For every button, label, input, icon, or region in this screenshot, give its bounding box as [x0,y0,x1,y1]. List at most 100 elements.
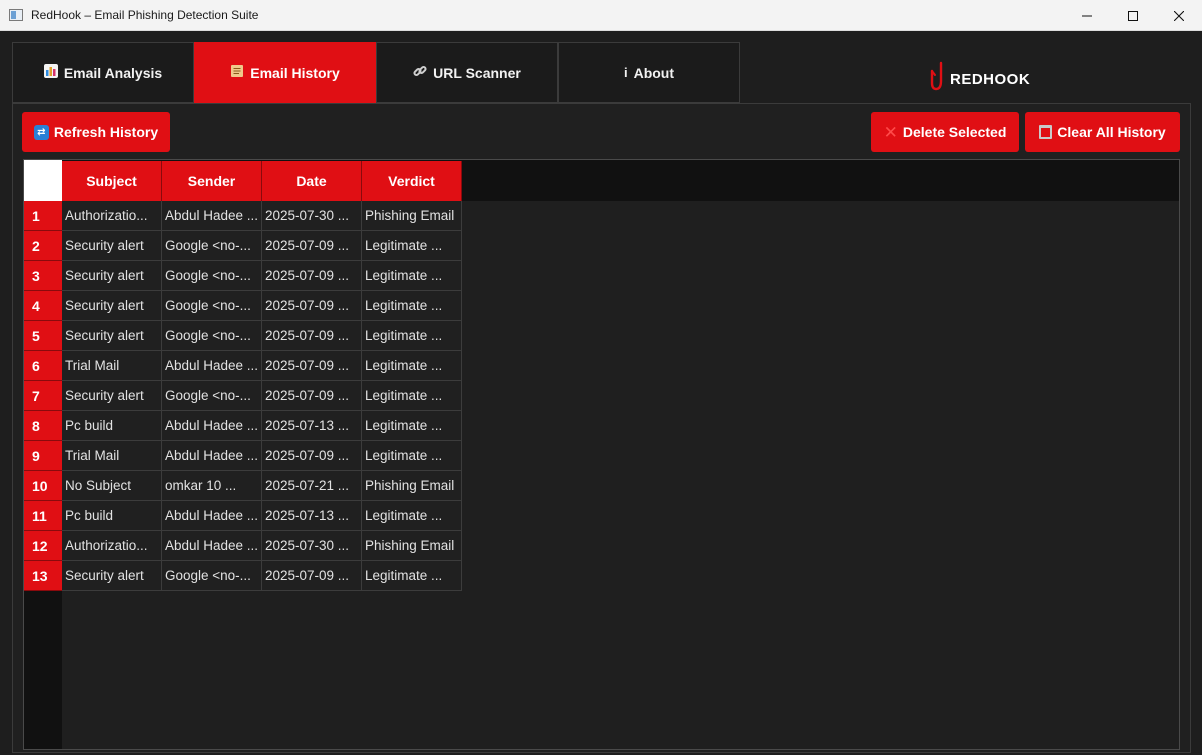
cell-date[interactable]: 2025-07-09 ... [262,261,362,291]
row-number[interactable]: 9 [24,441,62,471]
cell-verdict[interactable]: Legitimate ... [362,561,462,591]
cell-date[interactable]: 2025-07-09 ... [262,381,362,411]
maximize-icon [1128,10,1138,21]
cell-subject[interactable]: No Subject [62,471,162,501]
cell-date[interactable]: 2025-07-30 ... [262,531,362,561]
row-number[interactable]: 7 [24,381,62,411]
row-number[interactable]: 5 [24,321,62,351]
cell-sender[interactable]: Google <no-... [162,561,262,591]
hook-icon [930,61,946,98]
row-number[interactable]: 8 [24,411,62,441]
cell-subject[interactable]: Trial Mail [62,441,162,471]
cell-date[interactable]: 2025-07-30 ... [262,201,362,231]
title-bar: RedHook – Email Phishing Detection Suite [0,0,1202,31]
cell-subject[interactable]: Security alert [62,561,162,591]
cell-sender[interactable]: Abdul Hadee ... [162,501,262,531]
refresh-icon: ⇄ [33,124,49,140]
cell-subject[interactable]: Security alert [62,231,162,261]
close-icon [1174,10,1184,21]
cell-verdict[interactable]: Phishing Email [362,531,462,561]
column-header-verdict[interactable]: Verdict [362,161,462,201]
row-number[interactable]: 13 [24,561,62,591]
cell-sender[interactable]: Google <no-... [162,231,262,261]
cell-subject[interactable]: Security alert [62,321,162,351]
cell-sender[interactable]: Abdul Hadee ... [162,201,262,231]
cell-date[interactable]: 2025-07-09 ... [262,321,362,351]
minimize-button[interactable] [1064,0,1110,31]
tab-label: URL Scanner [433,64,521,81]
cell-verdict[interactable]: Legitimate ... [362,231,462,261]
delete-selected-button[interactable]: ✕ Delete Selected [871,112,1019,152]
cell-verdict[interactable]: Legitimate ... [362,411,462,441]
row-number[interactable]: 1 [24,201,62,231]
brand-logo: REDHOOK [930,61,1030,98]
delete-selected-label: Delete Selected [902,124,1007,140]
cell-date[interactable]: 2025-07-13 ... [262,411,362,441]
cell-date[interactable]: 2025-07-09 ... [262,351,362,381]
clear-all-history-label: Clear All History [1057,124,1166,140]
close-button[interactable] [1156,0,1202,31]
cell-sender[interactable]: Google <no-... [162,381,262,411]
row-number[interactable]: 2 [24,231,62,261]
cell-subject[interactable]: Authorizatio... [62,531,162,561]
cell-verdict[interactable]: Legitimate ... [362,501,462,531]
tab-email-analysis[interactable]: Email Analysis [12,42,194,103]
tab-about[interactable]: i About [558,42,740,103]
row-number[interactable]: 3 [24,261,62,291]
cell-sender[interactable]: Abdul Hadee ... [162,411,262,441]
cell-subject[interactable]: Security alert [62,291,162,321]
clear-all-history-button[interactable]: Clear All History [1025,112,1180,152]
history-panel: ⇄ Refresh History ✕ Delete Selected Clea… [12,103,1191,753]
cell-verdict[interactable]: Legitimate ... [362,441,462,471]
cell-sender[interactable]: Google <no-... [162,291,262,321]
cell-sender[interactable]: Abdul Hadee ... [162,351,262,381]
history-table[interactable]: Subject Sender Date Verdict 1 Authorizat… [23,159,1180,750]
cell-subject[interactable]: Trial Mail [62,351,162,381]
refresh-history-button[interactable]: ⇄ Refresh History [22,112,170,152]
maximize-button[interactable] [1110,0,1156,31]
tab-url-scanner[interactable]: URL Scanner [376,42,558,103]
cell-verdict[interactable]: Legitimate ... [362,291,462,321]
info-icon: i [623,65,628,80]
tab-email-history[interactable]: Email History [194,42,376,103]
tab-label: Email Analysis [63,64,163,81]
column-header-subject[interactable]: Subject [62,161,162,201]
row-number[interactable]: 10 [24,471,62,501]
cell-subject[interactable]: Security alert [62,261,162,291]
window-controls [1064,0,1202,31]
minimize-icon [1082,15,1092,16]
column-header-date[interactable]: Date [262,161,362,201]
row-number[interactable]: 12 [24,531,62,561]
row-number[interactable]: 6 [24,351,62,381]
cell-subject[interactable]: Security alert [62,381,162,411]
column-header-sender[interactable]: Sender [162,161,262,201]
cell-date[interactable]: 2025-07-09 ... [262,441,362,471]
table-corner-button[interactable] [24,160,62,201]
cell-date[interactable]: 2025-07-09 ... [262,291,362,321]
wastebasket-icon [1039,125,1053,139]
tab-label: About [633,64,675,81]
cell-sender[interactable]: Abdul Hadee ... [162,531,262,561]
cell-subject[interactable]: Pc build [62,411,162,441]
cell-verdict[interactable]: Phishing Email [362,471,462,501]
cell-verdict[interactable]: Legitimate ... [362,381,462,411]
row-number[interactable]: 11 [24,501,62,531]
cell-sender[interactable]: Google <no-... [162,261,262,291]
cell-verdict[interactable]: Legitimate ... [362,351,462,381]
cell-date[interactable]: 2025-07-21 ... [262,471,362,501]
cell-sender[interactable]: Abdul Hadee ... [162,441,262,471]
row-number[interactable]: 4 [24,291,62,321]
cell-subject[interactable]: Authorizatio... [62,201,162,231]
cell-sender[interactable]: omkar 10 ... [162,471,262,501]
cell-date[interactable]: 2025-07-13 ... [262,501,362,531]
cell-date[interactable]: 2025-07-09 ... [262,561,362,591]
window-title: RedHook – Email Phishing Detection Suite [31,8,259,22]
tab-bar: Email Analysis Email History URL Scanner… [12,42,740,103]
cell-subject[interactable]: Pc build [62,501,162,531]
cell-sender[interactable]: Google <no-... [162,321,262,351]
cell-verdict[interactable]: Phishing Email [362,201,462,231]
cross-mark-icon: ✕ [883,122,898,142]
cell-verdict[interactable]: Legitimate ... [362,321,462,351]
cell-verdict[interactable]: Legitimate ... [362,261,462,291]
cell-date[interactable]: 2025-07-09 ... [262,231,362,261]
